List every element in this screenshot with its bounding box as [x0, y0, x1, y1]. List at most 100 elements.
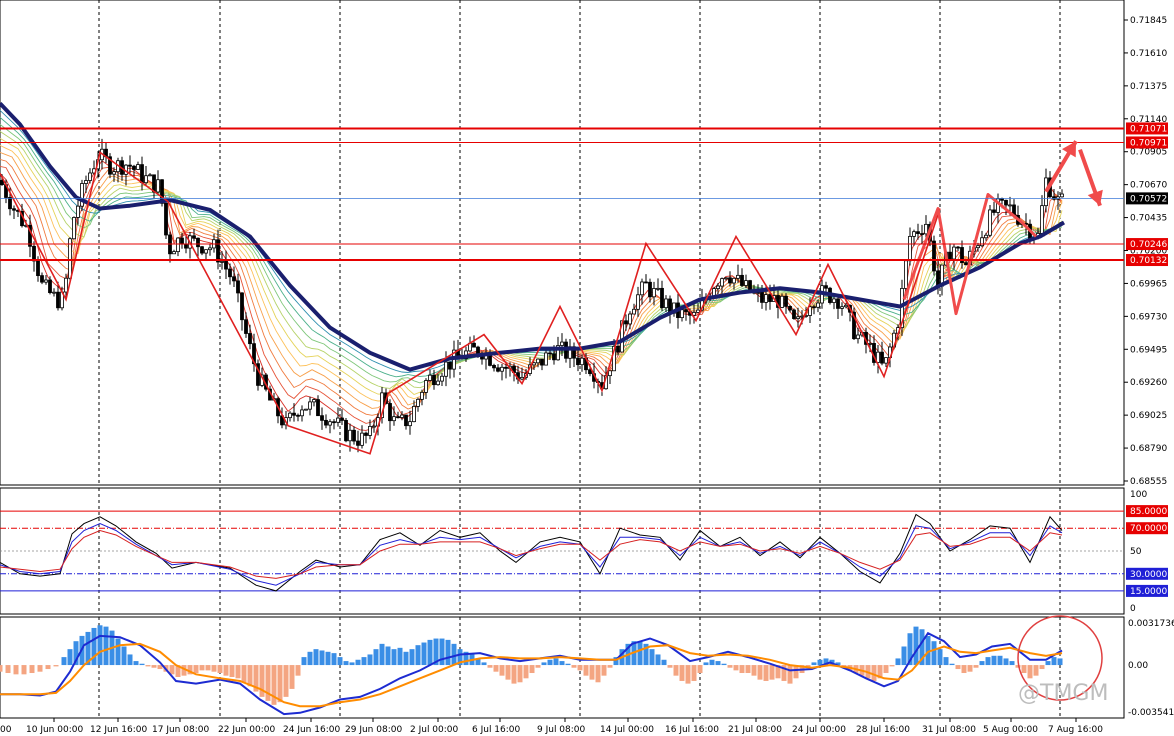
level-badge-label: 0.70246: [1130, 240, 1167, 250]
macd-positive-bar: [1051, 657, 1057, 666]
bull-candle: [780, 295, 784, 308]
macd-negative-bar: [883, 665, 889, 674]
macd-negative-bar: [499, 665, 505, 676]
macd-negative-bar: [523, 665, 529, 679]
macd-negative-bar: [505, 665, 511, 680]
time-tick-label: 29 Jun 08:00: [345, 725, 402, 735]
bear-candle: [224, 261, 228, 270]
macd-positive-bar: [913, 626, 919, 666]
macd-negative-bar: [607, 665, 613, 668]
bull-candle: [372, 425, 376, 428]
macd-negative-bar: [1027, 665, 1033, 679]
macd-negative-bar: [193, 665, 199, 674]
time-tick-label: 16 Jul 16:00: [665, 725, 719, 735]
price-tick-label: 0.69260: [1130, 378, 1167, 388]
macd-negative-bar: [5, 665, 11, 674]
macd-negative-bar: [151, 665, 157, 668]
macd-panel[interactable]: 0.0031736 0.00 -0.0035411: [0, 615, 1174, 719]
macd-negative-bar: [535, 665, 541, 668]
macd-positive-bar: [403, 651, 409, 666]
macd-negative-bar: [685, 665, 691, 684]
bull-candle: [680, 309, 684, 319]
macd-positive-bar: [409, 649, 415, 666]
bull-candle: [148, 174, 152, 177]
bull-candle: [724, 277, 728, 280]
bull-candle: [408, 421, 412, 427]
bull-candle: [412, 405, 416, 423]
macd-positive-bar: [451, 643, 457, 666]
macd-positive-bar: [709, 659, 715, 666]
bear-candle: [132, 165, 136, 170]
bull-candle: [204, 249, 208, 254]
bull-candle: [976, 245, 980, 249]
stochastic-panel[interactable]: 100 50 0 85.0000 70.0000 30.0000 15.0000: [0, 487, 1168, 615]
time-tick-label: 24 Jul 00:00: [792, 725, 846, 735]
bull-candle: [608, 370, 612, 377]
price-panel[interactable]: 0.718450.716100.713750.711400.709050.706…: [0, 0, 1168, 487]
macd-negative-bar: [247, 665, 253, 687]
macd-negative-bar: [211, 665, 217, 672]
time-tick-label: 24 Jun 16:00: [283, 725, 340, 735]
bear-candle: [316, 399, 320, 417]
macd-negative-bar: [961, 665, 967, 674]
bull-candle: [300, 409, 304, 417]
bear-candle: [352, 429, 356, 442]
macd-positive-bar: [715, 661, 721, 666]
time-tick-label: 00: [0, 725, 12, 735]
stoch-tick-label: 0: [1130, 604, 1136, 614]
bear-candle: [788, 305, 792, 311]
chart-canvas[interactable]: 0.718450.716100.713750.711400.709050.706…: [0, 0, 1174, 736]
bull-candle: [832, 298, 836, 303]
macd-positive-bar: [367, 654, 373, 666]
bear-candle: [1000, 198, 1004, 201]
bull-candle: [220, 261, 224, 263]
macd-negative-bar: [739, 665, 745, 674]
time-tick-label: 6 Jul 16:00: [472, 725, 521, 735]
macd-tick-label: 0.00: [1128, 661, 1148, 671]
bear-candle: [8, 197, 12, 210]
level-badge-label: 0.70971: [1130, 138, 1167, 148]
bull-candle: [68, 238, 72, 279]
macd-positive-bar: [421, 642, 427, 666]
macd-positive-bar: [385, 646, 391, 666]
macd-negative-bar: [145, 665, 151, 667]
bull-candle: [88, 172, 92, 181]
bull-candle: [632, 308, 636, 315]
bear-candle: [404, 414, 408, 427]
bear-candle: [396, 416, 400, 419]
macd-negative-bar: [283, 665, 289, 697]
bear-candle: [320, 415, 324, 421]
bear-candle: [740, 274, 744, 286]
macd-positive-bar: [61, 657, 67, 666]
macd-positive-bar: [331, 653, 337, 666]
bull-candle: [764, 294, 768, 303]
macd-positive-bar: [649, 649, 655, 666]
price-tick-label: 0.71610: [1130, 49, 1167, 59]
bull-candle: [628, 313, 632, 325]
macd-negative-bar: [529, 665, 535, 674]
bull-candle: [868, 343, 872, 345]
macd-negative-bar: [697, 665, 703, 674]
macd-positive-bar: [703, 662, 709, 666]
bear-candle: [36, 260, 40, 277]
stoch-series-line: [0, 523, 1063, 586]
bear-candle: [956, 246, 960, 249]
bull-candle: [640, 281, 644, 296]
bull-candle: [664, 298, 668, 309]
time-tick-label: 21 Jul 08:00: [728, 725, 782, 735]
macd-negative-bar: [757, 665, 763, 680]
macd-positive-bar: [481, 662, 487, 666]
bear-candle: [624, 320, 628, 325]
macd-positive-bar: [661, 659, 667, 666]
price-tick-label: 0.69495: [1130, 345, 1167, 355]
bull-candle: [636, 294, 640, 310]
macd-negative-bar: [265, 665, 271, 701]
bear-candle: [920, 233, 924, 235]
stoch-series-line: [0, 529, 1063, 579]
bear-candle: [760, 291, 764, 303]
time-tick-label: 5 Aug 00:00: [983, 725, 1038, 735]
bull-candle: [288, 412, 292, 419]
bear-candle: [0, 180, 4, 186]
bear-candle: [128, 164, 132, 167]
price-tick-label: 0.69730: [1130, 312, 1167, 322]
